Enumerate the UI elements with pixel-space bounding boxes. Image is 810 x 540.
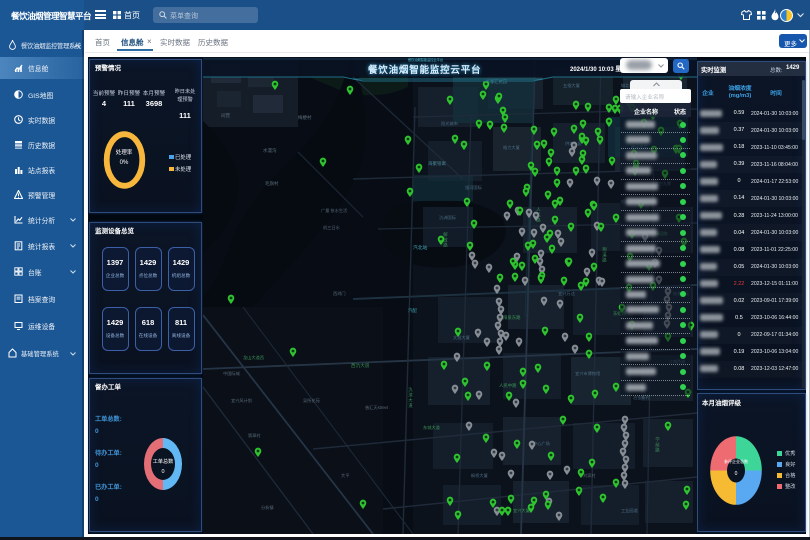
svg-text:中国际城: 中国际城 <box>223 370 241 377</box>
svg-text:宜兴风计划: 宜兴风计划 <box>231 397 252 404</box>
svg-text:广量 依水生活: 广量 依水生活 <box>321 207 347 214</box>
svg-text:宜兴万达: 宜兴万达 <box>558 290 576 297</box>
svg-text:学前路: 学前路 <box>655 436 661 454</box>
svg-text:人民中路: 人民中路 <box>499 382 517 389</box>
svg-text:梅梗村: 梅梗村 <box>298 114 312 121</box>
svg-text:枫桥大厦: 枫桥大厦 <box>471 472 488 479</box>
svg-text:水漫沟: 水漫沟 <box>263 147 277 154</box>
svg-text:阳光城市: 阳光城市 <box>441 120 458 127</box>
svg-text:西鸿门: 西鸿门 <box>333 290 346 297</box>
svg-text:翡翠村: 翡翠村 <box>248 432 261 438</box>
svg-text:荆溪路: 荆溪路 <box>602 246 608 264</box>
svg-text:香汇天street: 香汇天street <box>365 404 389 411</box>
svg-text:五指大厦: 五指大厦 <box>563 82 580 89</box>
svg-text:西氿大道: 西氿大道 <box>351 362 370 369</box>
svg-text:毛旗村: 毛旗村 <box>265 180 279 187</box>
svg-text:氿滨大道: 氿滨大道 <box>408 386 414 409</box>
svg-text:间营: 间营 <box>221 112 230 119</box>
svg-text:宜兴市博物馆: 宜兴市博物馆 <box>575 370 600 377</box>
svg-text:汽配: 汽配 <box>408 307 417 314</box>
svg-text:中心广场: 中心广场 <box>533 440 550 447</box>
svg-text:汽北站: 汽北站 <box>413 244 428 251</box>
svg-text:文昌大厦: 文昌大厦 <box>453 334 470 341</box>
svg-text:刘家村: 刘家村 <box>583 472 596 478</box>
svg-text:大平: 大平 <box>341 472 349 479</box>
svg-text:东城大道: 东城大道 <box>423 424 441 431</box>
svg-text:氿洲国际: 氿洲国际 <box>439 214 456 221</box>
svg-text:机三日水: 机三日水 <box>323 224 341 231</box>
svg-text:海聚银寓: 海聚银寓 <box>428 160 446 167</box>
svg-text:宜兴大厦: 宜兴大厦 <box>513 507 530 514</box>
svg-text:分析镇: 分析镇 <box>261 504 274 511</box>
svg-text:格力大厦: 格力大厦 <box>503 144 520 151</box>
svg-text:银河国际: 银河国际 <box>465 184 482 191</box>
svg-text:吴所花苑: 吴所花苑 <box>303 397 321 404</box>
svg-text:龙山大道西: 龙山大道西 <box>243 354 264 361</box>
svg-text:工业园道: 工业园道 <box>621 507 639 514</box>
svg-text:阳泉东路: 阳泉东路 <box>503 314 521 321</box>
